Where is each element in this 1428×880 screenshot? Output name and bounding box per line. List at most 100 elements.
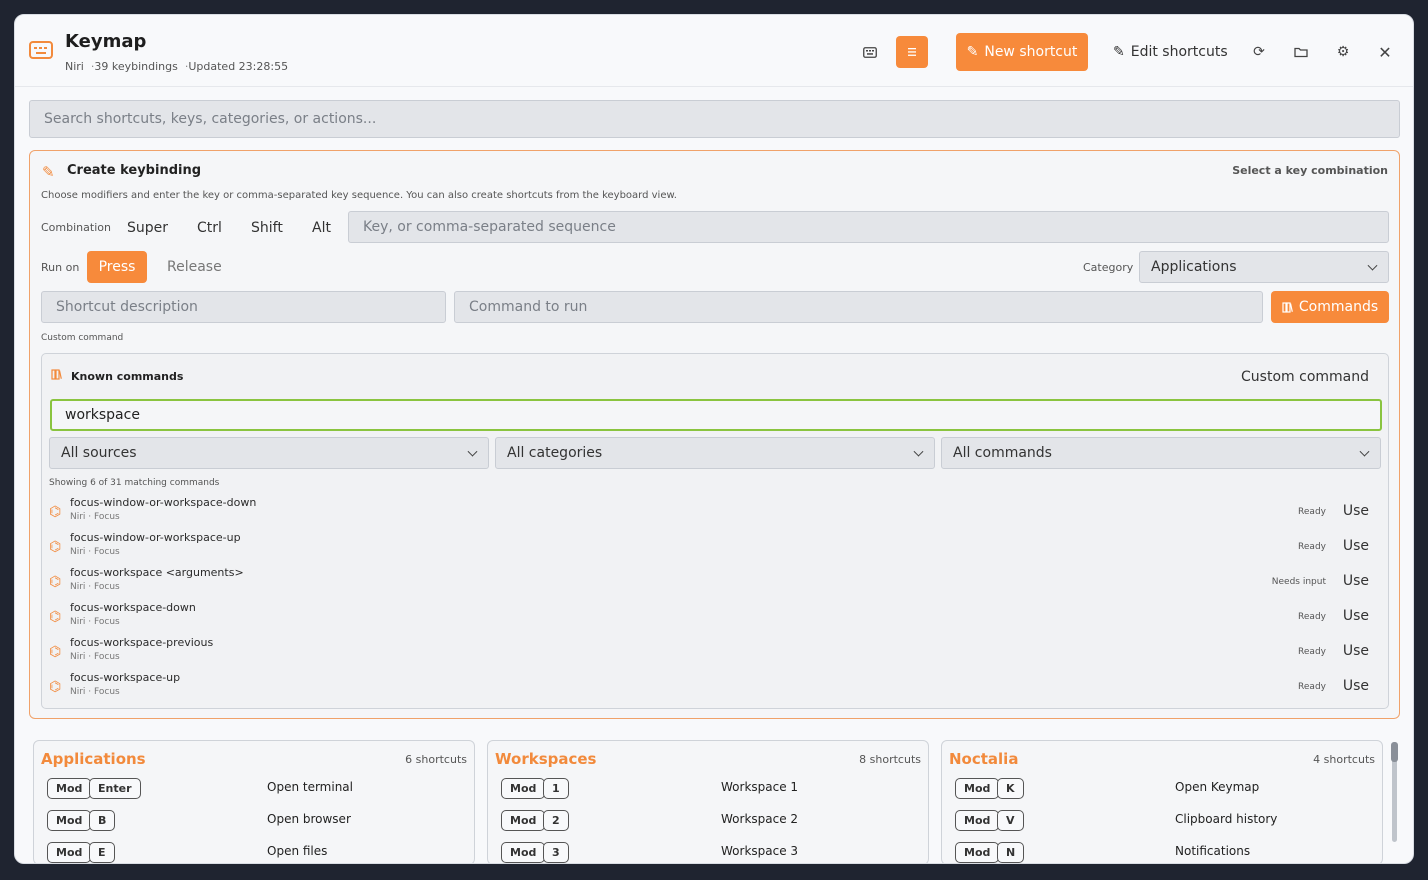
custom-command-button[interactable]: Custom command: [1241, 369, 1369, 385]
use-command-button[interactable]: Use: [1343, 643, 1369, 659]
category-select-value: Applications: [1151, 259, 1237, 275]
edit-shortcuts-label: Edit shortcuts: [1130, 44, 1228, 60]
binding-label: Open browser: [267, 812, 351, 826]
command-meta: Niri · Focus: [70, 582, 120, 592]
custom-command-label: Custom command: [41, 333, 124, 343]
key-cap: Enter: [89, 778, 141, 799]
keybinding-count: 39 keybindings: [94, 60, 178, 73]
command-name: focus-window-or-workspace-up: [70, 531, 241, 544]
command-filter-select[interactable]: All commands: [941, 437, 1381, 469]
category-count: 8 shortcuts: [859, 753, 921, 766]
refresh-button[interactable]: ⟳: [1244, 37, 1274, 67]
commands-button-label: Commands: [1298, 299, 1379, 315]
command-meta: Niri · Focus: [70, 617, 120, 627]
niri-logo-icon: ⌬: [49, 539, 62, 555]
command-meta: Niri · Focus: [70, 512, 120, 522]
command-filter-value: All commands: [953, 445, 1052, 461]
binding-row[interactable]: Mod N Notifications: [942, 842, 1382, 863]
book-icon: [51, 369, 62, 383]
niri-logo-icon: ⌬: [49, 574, 62, 590]
modifier-super-toggle[interactable]: Super: [117, 211, 178, 245]
category-select[interactable]: Applications: [1139, 251, 1389, 283]
combination-label: Combination: [41, 221, 111, 234]
release-toggle[interactable]: Release: [157, 251, 232, 283]
command-input[interactable]: [454, 291, 1263, 323]
use-command-button[interactable]: Use: [1343, 503, 1369, 519]
binding-row[interactable]: Mod E Open files: [34, 842, 474, 863]
commands-button[interactable]: Commands: [1271, 291, 1389, 323]
keyboard-icon: [29, 41, 53, 59]
key-cap: Mod: [47, 842, 92, 863]
use-command-button[interactable]: Use: [1343, 573, 1369, 589]
use-command-button[interactable]: Use: [1343, 678, 1369, 694]
key-cap: 1: [543, 778, 569, 799]
niri-logo-icon: ⌬: [49, 609, 62, 625]
category-card-workspaces: Workspaces 8 shortcuts Mod 1 Workspace 1…: [487, 740, 929, 863]
binding-row[interactable]: Mod Enter Open terminal: [34, 778, 474, 808]
key-cap: Mod: [955, 810, 1000, 831]
page-subtitle: Niri ·39 keybindings ·Updated 23:28:55: [65, 60, 289, 73]
shortcut-description-input[interactable]: [41, 291, 446, 323]
new-shortcut-button[interactable]: ✎ New shortcut: [956, 33, 1088, 71]
header: Keymap Niri ·39 keybindings ·Updated 23:28…: [15, 15, 1413, 87]
use-command-button[interactable]: Use: [1343, 538, 1369, 554]
chevron-down-icon: [1359, 446, 1370, 457]
use-command-button[interactable]: Use: [1343, 608, 1369, 624]
command-status: Ready: [1298, 507, 1326, 517]
chevron-down-icon: [1367, 260, 1378, 271]
close-icon: ✕: [1378, 42, 1392, 62]
scrollbar-thumb[interactable]: [1391, 742, 1398, 762]
category-count: 6 shortcuts: [405, 753, 467, 766]
key-cap: V: [997, 810, 1024, 831]
binding-label: Workspace 3: [721, 844, 799, 858]
command-row: ⌬ focus-window-or-workspace-down Niri · …: [42, 495, 1388, 530]
open-folder-button[interactable]: [1286, 37, 1316, 67]
command-status: Ready: [1298, 647, 1326, 657]
binding-label: Open Keymap: [1175, 780, 1260, 794]
binding-row[interactable]: Mod B Open browser: [34, 810, 474, 840]
gear-icon: ⚙: [1336, 44, 1350, 60]
command-name: focus-workspace-down: [70, 601, 196, 614]
key-cap: Mod: [47, 778, 92, 799]
list-view-button[interactable]: [896, 36, 928, 68]
create-description: Choose modifiers and enter the key or co…: [41, 190, 677, 201]
key-cap: 3: [543, 842, 569, 863]
key-cap: E: [89, 842, 115, 863]
category-filter-select[interactable]: All categories: [495, 437, 935, 469]
modifier-ctrl-toggle[interactable]: Ctrl: [187, 211, 232, 245]
modifier-alt-toggle[interactable]: Alt: [302, 211, 341, 245]
keyboard-view-button[interactable]: [855, 37, 885, 67]
command-meta: Niri · Focus: [70, 652, 120, 662]
command-status: Ready: [1298, 542, 1326, 552]
binding-row[interactable]: Mod K Open Keymap: [942, 778, 1382, 808]
close-button[interactable]: ✕: [1370, 37, 1400, 67]
command-row: ⌬ focus-workspace-up Niri · Focus Ready …: [42, 670, 1388, 705]
create-keybinding-panel: ✎ Create keybinding Select a key combina…: [29, 150, 1400, 719]
search-input[interactable]: [29, 100, 1400, 138]
settings-button[interactable]: ⚙: [1328, 37, 1358, 67]
known-commands-search-input[interactable]: [50, 399, 1382, 431]
chevron-down-icon: [913, 446, 924, 457]
command-status: Needs input: [1271, 577, 1326, 587]
command-name: focus-workspace-up: [70, 671, 181, 684]
key-cap: Mod: [501, 778, 546, 799]
command-row: ⌬ focus-workspace <arguments> Niri · Foc…: [42, 565, 1388, 600]
source-filter-select[interactable]: All sources: [49, 437, 489, 469]
modifier-shift-toggle[interactable]: Shift: [241, 211, 293, 245]
edit-icon: ✎: [1113, 44, 1125, 60]
command-status: Ready: [1298, 682, 1326, 692]
binding-row[interactable]: Mod 1 Workspace 1: [488, 778, 928, 808]
category-label: Category: [1083, 261, 1134, 274]
binding-label: Open terminal: [267, 780, 353, 794]
binding-row[interactable]: Mod V Clipboard history: [942, 810, 1382, 840]
binding-row[interactable]: Mod 3 Workspace 3: [488, 842, 928, 863]
command-meta: Niri · Focus: [70, 687, 120, 697]
press-toggle[interactable]: Press: [87, 251, 147, 283]
niri-logo-icon: ⌬: [49, 679, 62, 695]
known-commands-panel: Known commands Custom command All source…: [41, 353, 1389, 709]
binding-label: Workspace 2: [721, 812, 799, 826]
key-sequence-input[interactable]: [348, 211, 1389, 243]
folder-icon: [1294, 47, 1308, 58]
binding-row[interactable]: Mod 2 Workspace 2: [488, 810, 928, 840]
edit-shortcuts-button[interactable]: ✎ Edit shortcuts: [1105, 35, 1236, 69]
